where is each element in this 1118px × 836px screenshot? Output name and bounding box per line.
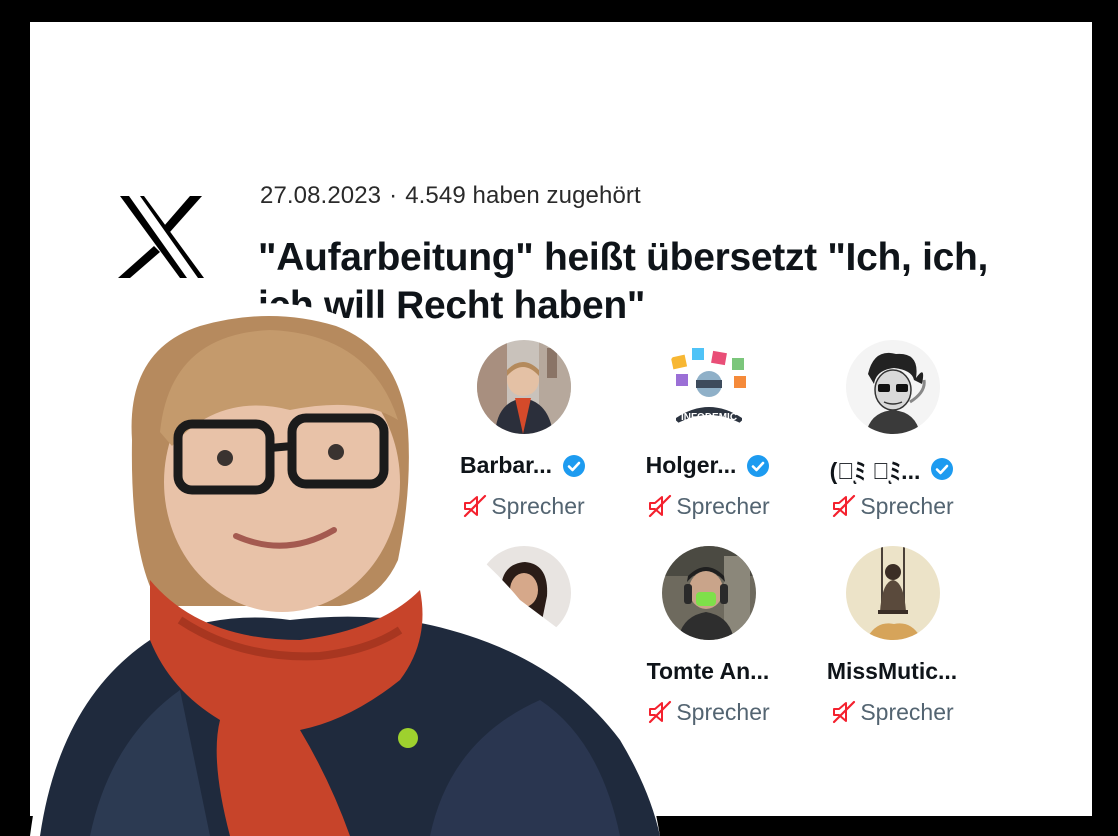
speaker-role-row: Sprecher [618,492,798,520]
listener-count: 4.549 haben zugehört [405,182,641,209]
speaker-role: Sprecher [491,492,585,519]
microphone-muted-icon [833,700,856,724]
space-title: "Aufarbeitung" heißt übersetzt "Ich, ich… [258,236,989,327]
microphone-muted-icon [833,494,856,518]
speaker-role-row: Sprecher [433,492,613,520]
speaker-item[interactable]: INFODEMIC Holger... Sprecher [618,340,798,540]
speaker-name-row: Holger... [618,452,798,479]
verified-badge-icon [747,454,770,477]
verified-badge-icon [563,454,586,477]
microphone-muted-icon [649,700,672,724]
space-date: 27.08.2023 [260,182,382,209]
x-logo-icon [118,196,204,278]
verified-badge-icon [931,458,954,480]
avatar[interactable] [846,546,940,640]
speaker-role-row: Sprecher [618,698,798,726]
avatar[interactable] [477,340,571,434]
speaker-name: Holger... [645,452,737,478]
speaker-name: MissMutic... [826,658,958,684]
avatar[interactable] [662,546,756,640]
avatar[interactable] [477,546,571,640]
speaker-name-row: Tomte An... [618,658,798,685]
speaker-role: Sprecher [676,492,770,519]
avatar[interactable] [846,340,940,434]
speaker-role: Sprecher [860,698,954,725]
speaker-item[interactable]: Barbar... Sprecher [433,340,613,540]
microphone-muted-icon [464,494,487,518]
speaker-name-row: Barbar... [433,452,613,479]
speaker-item[interactable]: Tomte An... Sprecher [618,546,798,746]
space-meta: 27.08.2023 · 4.549 haben zugehört [260,182,641,210]
infodemic-logo-text: INFODEMIC [681,412,737,423]
speaker-name-row: MissMutic... [802,658,982,685]
avatar[interactable]: INFODEMIC [662,340,756,434]
speaker-name-row: (ㅅͅﾐ ㅋͅﾐ... [802,452,982,486]
speaker-role: Sprecher [676,698,770,725]
speaker-role-row: Sprecher [802,492,982,520]
speaker-item[interactable]: MissMutic... Sprecher [802,546,982,746]
speaker-item[interactable] [433,546,613,746]
speaker-role: Sprecher [860,492,954,519]
speaker-name: (ㅅͅﾐ ㅋͅﾐ... [829,458,921,484]
microphone-muted-icon [649,494,672,518]
meta-separator: · [389,182,398,209]
speaker-item[interactable]: (ㅅͅﾐ ㅋͅﾐ... Sprecher [802,340,982,540]
speaker-name: Barbar... [459,452,553,478]
space-card: 27.08.2023 · 4.549 haben zugehört "Aufarbe… [30,22,1092,816]
speaker-role-row: Sprecher [802,698,982,726]
speaker-name: Tomte An... [646,658,770,684]
